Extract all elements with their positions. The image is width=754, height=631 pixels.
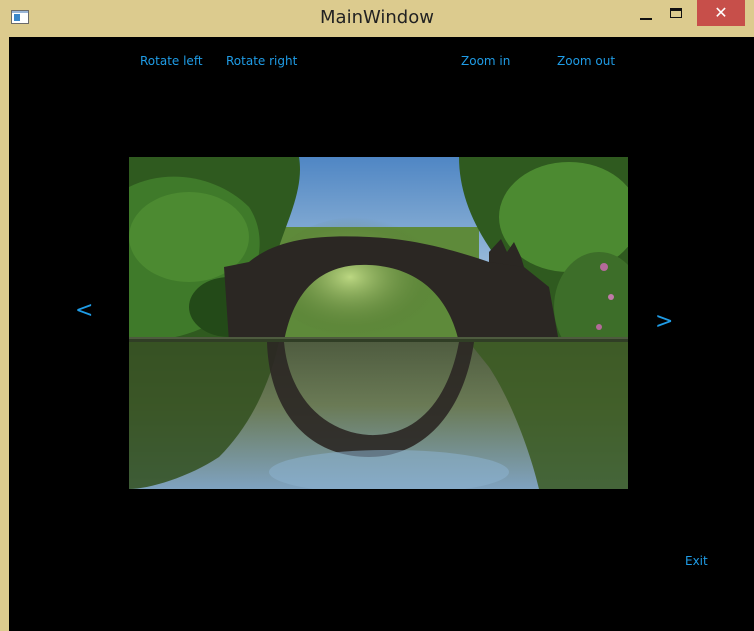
title-bar[interactable]: MainWindow ✕ bbox=[0, 0, 754, 37]
zoom-out-button[interactable]: Zoom out bbox=[557, 54, 615, 68]
rotate-right-button[interactable]: Rotate right bbox=[226, 54, 297, 68]
next-image-button[interactable]: > bbox=[655, 309, 673, 334]
close-icon[interactable]: ✕ bbox=[697, 0, 745, 26]
maximize-icon[interactable] bbox=[666, 4, 688, 26]
rotate-left-button[interactable]: Rotate left bbox=[140, 54, 203, 68]
viewer-area: Rotate left Rotate right Zoom in Zoom ou… bbox=[9, 37, 754, 631]
minimize-icon[interactable] bbox=[636, 4, 658, 26]
main-window: MainWindow ✕ Rotate left Rotate right Zo… bbox=[0, 0, 754, 631]
previous-image-button[interactable]: < bbox=[75, 298, 93, 323]
zoom-in-button[interactable]: Zoom in bbox=[461, 54, 510, 68]
exit-button[interactable]: Exit bbox=[685, 554, 708, 568]
displayed-photo bbox=[129, 157, 628, 489]
